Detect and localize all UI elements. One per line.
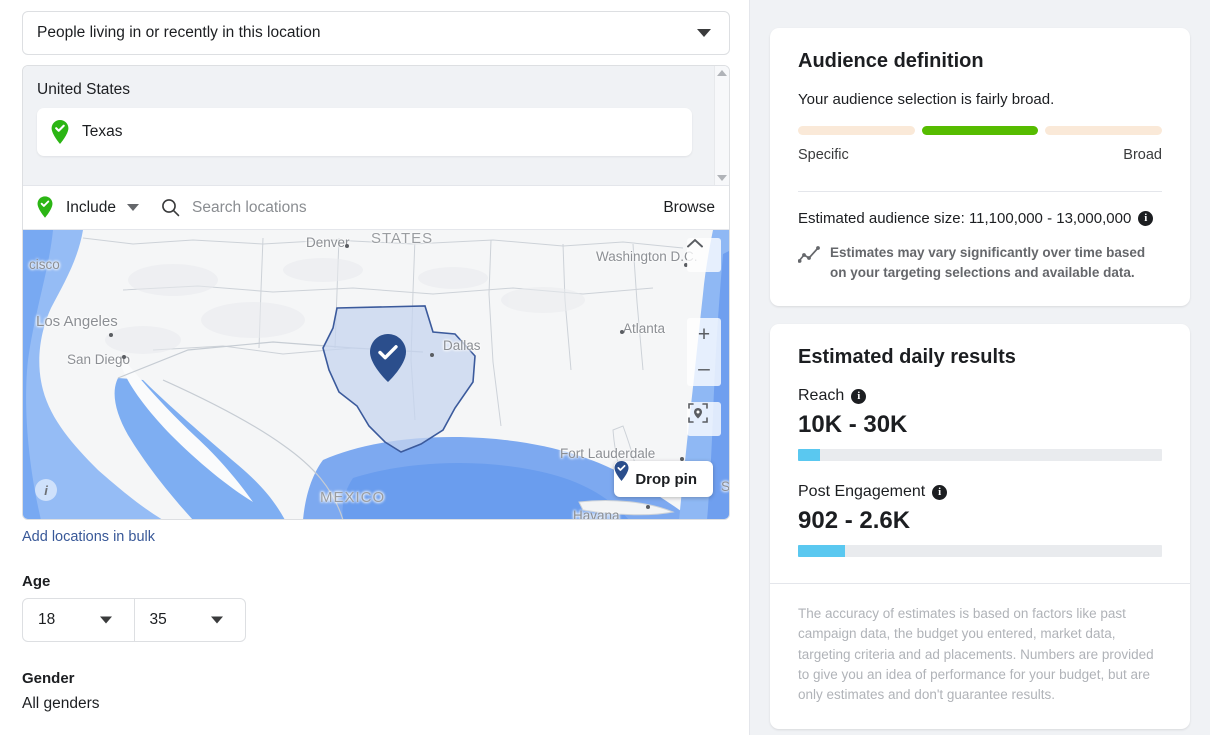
chevron-down-icon	[697, 29, 711, 37]
location-type-dropdown[interactable]: People living in or recently in this loc…	[22, 11, 730, 55]
trend-chart-icon	[798, 245, 824, 270]
audience-definition-description: Your audience selection is fairly broad.	[798, 91, 1162, 108]
metric-reach-value: 10K - 30K	[798, 411, 1162, 439]
location-map[interactable]: cisco Denver STATES Washington D.C. Los …	[23, 229, 730, 519]
card-divider	[798, 191, 1162, 192]
include-dropdown[interactable]: Include	[37, 196, 139, 220]
locations-box: United States Texas	[22, 65, 730, 520]
targeting-panel: People living in or recently in this loc…	[0, 0, 750, 735]
drop-pin-label: Drop pin	[635, 471, 697, 488]
ads-audience-editor: People living in or recently in this loc…	[0, 0, 1210, 735]
add-locations-in-bulk-link[interactable]: Add locations in bulk	[22, 529, 729, 545]
age-min-value: 18	[38, 611, 55, 629]
map-locate-button[interactable]	[687, 402, 721, 436]
metric-reach-label-row: Reach i	[798, 387, 1162, 405]
age-range-control: 18 35	[22, 598, 246, 642]
meter-segment-broad	[1045, 126, 1162, 135]
meter-label-broad: Broad	[1123, 147, 1162, 163]
audience-definition-title: Audience definition	[798, 50, 1162, 73]
green-pin-icon	[37, 196, 55, 220]
results-card-divider	[770, 583, 1190, 584]
gender-section-label: Gender	[22, 670, 729, 687]
include-label: Include	[66, 199, 116, 217]
chevron-down-icon	[211, 617, 223, 624]
age-max-dropdown[interactable]: 35	[134, 599, 246, 641]
estimated-daily-results-card: Estimated daily results Reach i 10K - 30…	[770, 324, 1190, 729]
location-type-label: People living in or recently in this loc…	[37, 24, 320, 42]
estimates-note-text: Estimates may vary significantly over ti…	[830, 243, 1162, 282]
estimates-panel: Audience definition Your audience select…	[750, 0, 1210, 735]
audience-definition-card: Audience definition Your audience select…	[770, 28, 1190, 306]
chevron-down-icon	[100, 617, 112, 624]
map-city-dot	[430, 353, 434, 357]
map-city-dot	[620, 330, 624, 334]
estimated-audience-size-label: Estimated audience size:	[798, 210, 965, 227]
metric-reach-bar-fill	[798, 449, 820, 461]
age-max-value: 35	[150, 611, 167, 629]
metric-post-engagement-value: 902 - 2.6K	[798, 507, 1162, 535]
metric-reach-label: Reach	[798, 387, 844, 405]
green-pin-icon	[51, 120, 69, 144]
drop-pin-button[interactable]: Drop pin	[614, 461, 713, 497]
location-chip-label: Texas	[82, 123, 123, 141]
search-icon	[161, 198, 180, 217]
estimated-audience-size-value: 11,100,000 - 13,000,000	[969, 210, 1131, 227]
metric-post-engagement-label: Post Engagement	[798, 483, 925, 501]
locations-scrollbar[interactable]	[714, 66, 729, 185]
age-section-label: Age	[22, 573, 729, 590]
daily-results-title: Estimated daily results	[798, 346, 1162, 369]
metric-post-engagement-label-row: Post Engagement i	[798, 483, 1162, 501]
selected-locations-list: United States Texas	[23, 66, 729, 185]
chevron-down-icon	[127, 204, 139, 211]
map-zoom-out-button[interactable]: –	[687, 352, 721, 386]
age-min-dropdown[interactable]: 18	[23, 599, 134, 641]
location-country-label: United States	[37, 81, 715, 99]
metric-reach-bar	[798, 449, 1162, 461]
map-city-dot	[109, 333, 113, 337]
meter-scale: Specific Broad	[798, 147, 1162, 163]
info-icon[interactable]: i	[1138, 211, 1153, 226]
info-icon[interactable]: i	[851, 389, 866, 404]
estimates-disclaimer: The accuracy of estimates is based on fa…	[798, 604, 1162, 705]
metric-post-engagement: Post Engagement i 902 - 2.6K	[798, 483, 1162, 557]
map-city-dot	[646, 505, 650, 509]
gender-value: All genders	[22, 695, 729, 713]
metric-reach: Reach i 10K - 30K	[798, 387, 1162, 461]
browse-button[interactable]: Browse	[663, 199, 715, 217]
map-city-dot	[122, 355, 126, 359]
map-info-button[interactable]: i	[35, 479, 57, 501]
scroll-up-icon[interactable]	[717, 70, 727, 76]
location-search-row: Include Search locations Browse	[23, 185, 729, 229]
meter-label-specific: Specific	[798, 147, 849, 163]
audience-breadth-meter[interactable]	[798, 126, 1162, 135]
map-collapse-button[interactable]	[687, 238, 721, 272]
metric-post-engagement-bar-fill	[798, 545, 845, 557]
map-zoom-in-button[interactable]: +	[687, 318, 721, 352]
estimates-note: Estimates may vary significantly over ti…	[798, 243, 1162, 282]
info-icon[interactable]: i	[932, 485, 947, 500]
selected-location-pin-icon	[370, 334, 406, 382]
location-chip-texas[interactable]: Texas	[37, 108, 692, 156]
search-input[interactable]: Search locations	[192, 199, 307, 217]
meter-segment-middle	[922, 126, 1039, 135]
estimated-audience-size-row: Estimated audience size: 11,100,000 - 13…	[798, 210, 1162, 227]
scroll-down-icon[interactable]	[717, 175, 727, 181]
metric-post-engagement-bar	[798, 545, 1162, 557]
map-city-dot	[345, 244, 349, 248]
meter-segment-specific	[798, 126, 915, 135]
